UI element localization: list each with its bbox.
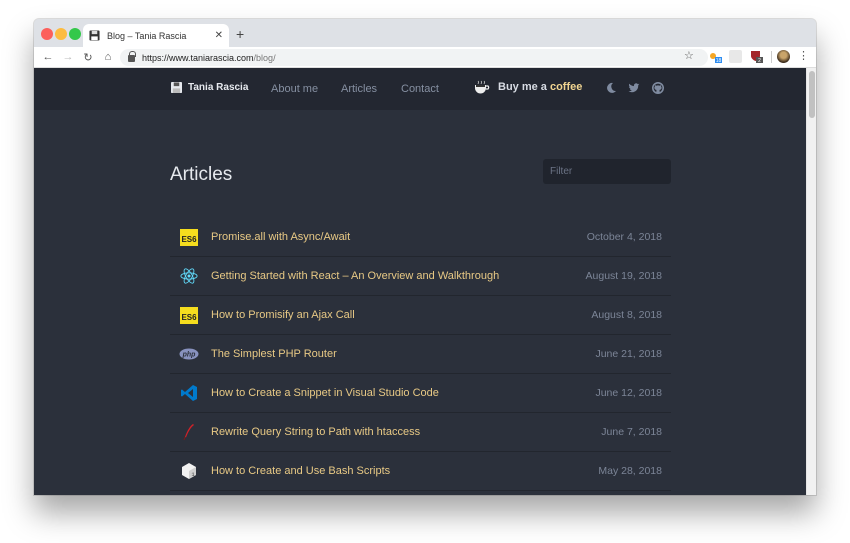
menu-kebab-icon[interactable]: ⋮ xyxy=(798,49,809,62)
article-date: May 28, 2018 xyxy=(598,465,662,477)
moon-icon[interactable] xyxy=(605,82,617,94)
article-title-link[interactable]: Promise.all with Async/Await xyxy=(211,231,587,243)
article-list: ES6 Promise.all with Async/Await October… xyxy=(170,218,671,491)
browser-tab[interactable]: Blog – Tania Rascia ✕ xyxy=(83,24,229,47)
maximize-window-button[interactable] xyxy=(69,28,81,40)
react-icon xyxy=(180,268,198,284)
article-date: October 4, 2018 xyxy=(586,231,662,243)
article-date: August 19, 2018 xyxy=(585,270,662,282)
article-date: August 8, 2018 xyxy=(591,309,662,321)
article-date: June 12, 2018 xyxy=(595,387,662,399)
address-bar[interactable]: https://www.taniarascia.com/blog/ xyxy=(120,49,708,66)
article-row: How to Create a Snippet in Visual Studio… xyxy=(170,374,671,413)
minimize-window-button[interactable] xyxy=(55,28,67,40)
article-date: June 7, 2018 xyxy=(601,426,662,438)
ublock-extension-icon[interactable]: 2 xyxy=(750,50,763,64)
close-window-button[interactable] xyxy=(41,28,53,40)
home-icon[interactable]: ⌂ xyxy=(98,51,118,63)
article-row: Getting Started with React – An Overview… xyxy=(170,257,671,296)
close-tab-icon[interactable]: ✕ xyxy=(215,30,223,41)
rss-extension-icon[interactable]: 18 xyxy=(709,50,722,64)
brand-link[interactable]: Tania Rascia xyxy=(171,82,248,93)
coffee-prefix: Buy me a xyxy=(498,81,550,93)
filter-input[interactable] xyxy=(550,166,682,177)
bookmark-star-icon[interactable]: ☆ xyxy=(684,49,694,62)
article-title-link[interactable]: Getting Started with React – An Overview… xyxy=(211,270,586,282)
nav-contact[interactable]: Contact xyxy=(401,83,439,95)
svg-text:1: 1 xyxy=(192,472,195,478)
forward-icon[interactable]: → xyxy=(58,51,78,63)
floppy-disk-icon xyxy=(171,82,182,93)
url-text: https://www.taniarascia.com/blog/ xyxy=(142,52,276,63)
svg-text:18: 18 xyxy=(716,58,722,63)
article-row: Rewrite Query String to Path with htacce… xyxy=(170,413,671,452)
vertical-scrollbar[interactable] xyxy=(806,68,816,495)
browser-toolbar: ← → ↻ ⌂ https://www.taniarascia.com/blog… xyxy=(34,47,816,68)
article-title-link[interactable]: How to Promisify an Ajax Call xyxy=(211,309,591,321)
twitter-icon[interactable] xyxy=(628,82,640,94)
article-row: ES6 How to Promisify an Ajax Call August… xyxy=(170,296,671,335)
back-icon[interactable]: ← xyxy=(38,51,58,63)
article-row: ES6 Promise.all with Async/Await October… xyxy=(170,218,671,257)
github-icon[interactable] xyxy=(652,82,664,94)
coffee-cup-icon xyxy=(475,80,490,94)
page-title: Articles xyxy=(170,164,233,185)
svg-text:php: php xyxy=(182,352,197,359)
bash-terminal-icon: 1 xyxy=(182,463,196,479)
apache-feather-icon xyxy=(183,424,194,441)
article-title-link[interactable]: The Simplest PHP Router xyxy=(211,348,595,360)
reload-icon[interactable]: ↻ xyxy=(78,51,98,64)
toolbar-divider xyxy=(771,51,772,63)
svg-text:2: 2 xyxy=(758,58,761,63)
floppy-disk-icon xyxy=(89,30,100,41)
vscode-icon xyxy=(181,385,197,401)
article-row: 1 How to Create and Use Bash Scripts May… xyxy=(170,452,671,491)
es6-icon: ES6 xyxy=(180,306,198,324)
article-title-link[interactable]: How to Create a Snippet in Visual Studio… xyxy=(211,387,595,399)
tab-bar: Blog – Tania Rascia ✕ + xyxy=(34,19,816,47)
php-icon: php xyxy=(179,348,199,360)
new-tab-button[interactable]: + xyxy=(236,26,244,42)
filter-box xyxy=(543,159,682,184)
scrollbar-thumb[interactable] xyxy=(809,71,815,118)
article-title-link[interactable]: How to Create and Use Bash Scripts xyxy=(211,465,598,477)
brand-name: Tania Rascia xyxy=(188,82,249,93)
article-title-link[interactable]: Rewrite Query String to Path with htacce… xyxy=(211,426,601,438)
nav-articles[interactable]: Articles xyxy=(341,83,377,95)
nav-about-me[interactable]: About me xyxy=(271,83,318,95)
article-date: June 21, 2018 xyxy=(595,348,662,360)
es6-icon: ES6 xyxy=(180,228,198,246)
tab-title: Blog – Tania Rascia xyxy=(107,30,187,41)
article-row: php The Simplest PHP Router June 21, 201… xyxy=(170,335,671,374)
blank-extension-icon[interactable] xyxy=(729,50,742,63)
buy-coffee-link[interactable]: Buy me a coffee xyxy=(474,80,582,94)
coffee-word: coffee xyxy=(549,81,583,93)
lock-icon xyxy=(128,51,136,62)
site-header: Tania Rascia About me Articles Contact B… xyxy=(34,68,806,110)
web-page: Tania Rascia About me Articles Contact B… xyxy=(34,68,806,495)
browser-window: Blog – Tania Rascia ✕ + ← → ↻ ⌂ https://… xyxy=(34,19,816,495)
profile-avatar[interactable] xyxy=(777,50,790,63)
